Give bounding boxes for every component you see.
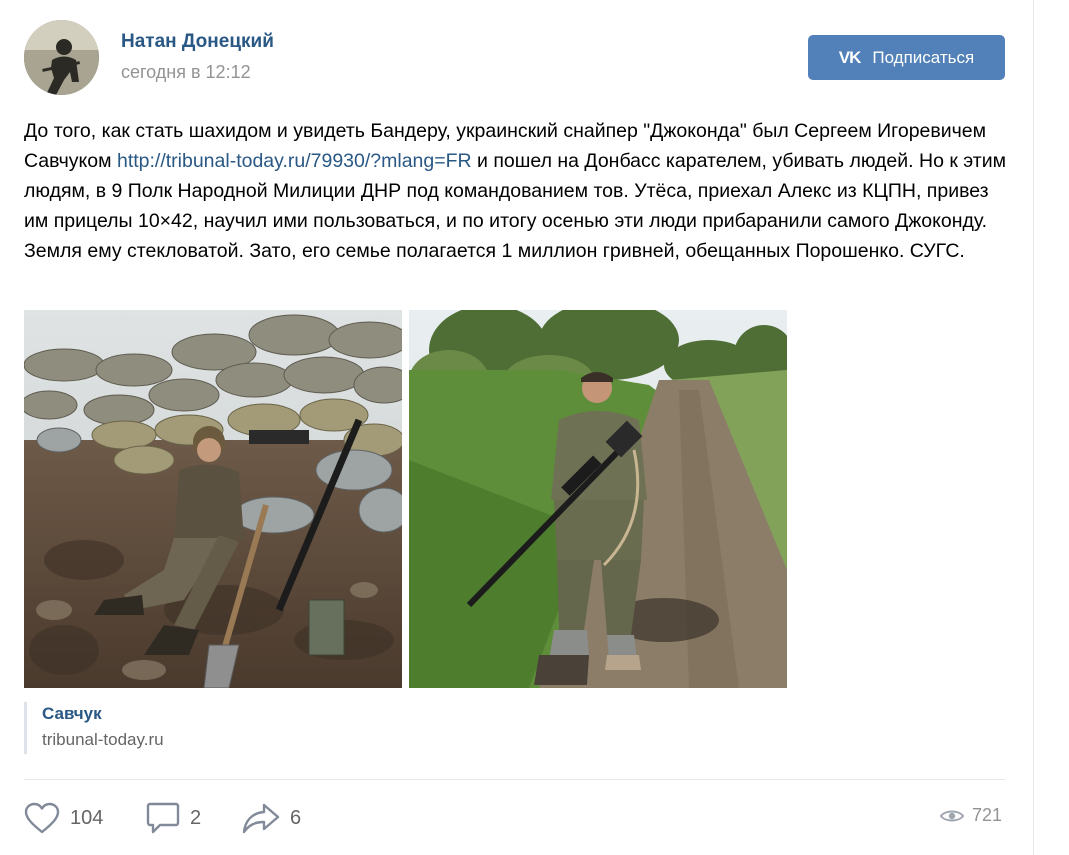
share-arrow-icon	[242, 803, 280, 834]
comments-count: 2	[190, 806, 202, 829]
wall-post: Натан Донецкий сегодня в 12:12 VK Подпис…	[0, 0, 1033, 855]
likes-count: 104	[70, 806, 104, 829]
link-title[interactable]: Савчук	[42, 702, 164, 726]
photo-soldier-road-image	[409, 310, 787, 688]
views-counter: 721	[940, 805, 1002, 826]
vk-icon: VK	[838, 47, 862, 67]
avatar-silhouette-icon	[24, 20, 99, 95]
photo-trench-image	[24, 310, 402, 688]
actions-divider	[24, 779, 1005, 780]
like-button[interactable]: 104	[24, 800, 103, 836]
photo-trench[interactable]	[24, 310, 402, 688]
photo-soldier-road[interactable]	[409, 310, 787, 688]
share-button[interactable]: 6	[242, 800, 301, 836]
shares-count: 6	[290, 806, 302, 829]
link-domain[interactable]: tribunal-today.ru	[42, 726, 164, 754]
post-time[interactable]: сегодня в 12:12	[121, 62, 251, 83]
column-border	[1033, 0, 1034, 855]
heart-icon	[24, 802, 60, 834]
comment-icon	[146, 802, 180, 834]
author-name[interactable]: Натан Донецкий	[121, 31, 274, 53]
author-avatar[interactable]	[24, 20, 99, 95]
views-count: 721	[972, 805, 1003, 825]
subscribe-label: Подписаться	[872, 47, 975, 67]
subscribe-button[interactable]: VK Подписаться	[808, 35, 1005, 80]
post-link[interactable]: http://tribunal-today.ru/79930/?mlang=FR	[117, 150, 472, 172]
eye-icon	[940, 810, 964, 821]
comment-button[interactable]: 2	[146, 800, 201, 836]
link-attachment[interactable]: Савчук tribunal-today.ru	[24, 702, 164, 754]
post-text: До того, как стать шахидом и увидеть Бан…	[24, 116, 1014, 266]
